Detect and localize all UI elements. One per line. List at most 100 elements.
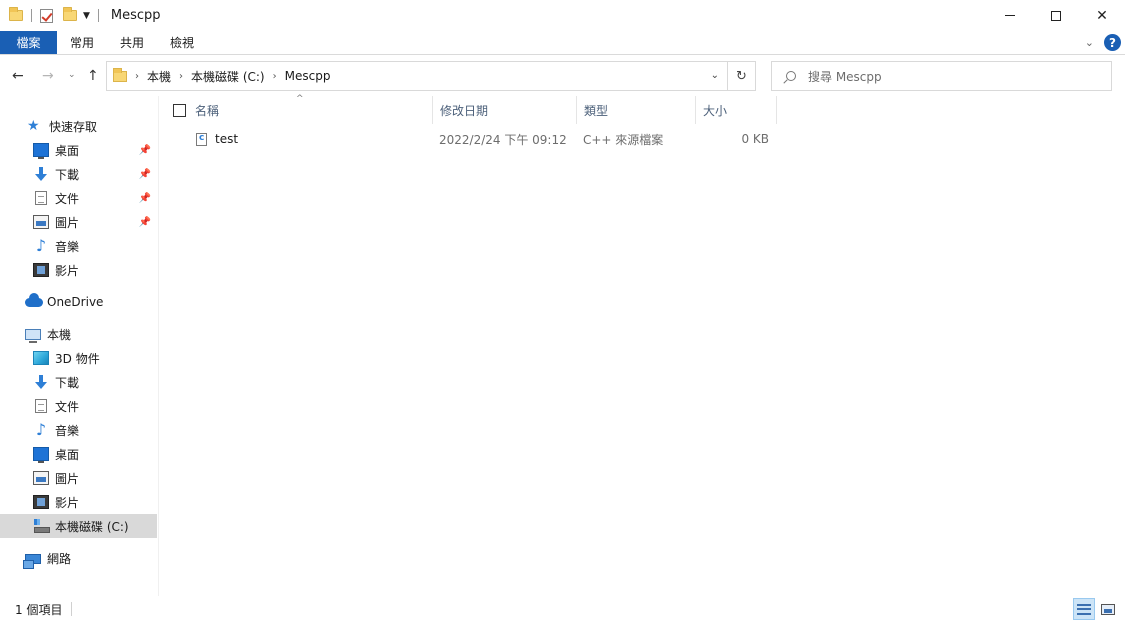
maximize-icon	[1051, 10, 1061, 21]
sidebar-item-pc-music[interactable]: ♪ 音樂	[0, 418, 157, 442]
item-count: 1 個項目	[15, 602, 63, 617]
file-row[interactable]: test 2022/2/24 下午 09:12 C++ 來源檔案 0 KB	[160, 128, 1125, 150]
close-button[interactable]: ✕	[1079, 0, 1125, 31]
sidebar-item-pc-documents[interactable]: 文件	[0, 394, 157, 418]
refresh-icon[interactable]: ↻	[727, 62, 755, 90]
navigation-bar: ← → ⌄ ↑ › 本機 › 本機磁碟 (C:) › Mescpp ⌄ ↻ 搜尋…	[0, 56, 1125, 96]
sidebar-item-pc-videos[interactable]: 影片	[0, 490, 157, 514]
pin-icon[interactable]: 📌	[139, 217, 151, 228]
properties-icon[interactable]	[40, 8, 53, 23]
ribbon-tabs: 檔案 常用 共用 檢視 ⌄ ?	[0, 31, 1125, 55]
sidebar-item-label: 文件	[55, 399, 80, 414]
quick-access-toolbar: ▼	[0, 0, 107, 31]
pin-icon[interactable]: 📌	[139, 193, 151, 204]
video-film-icon	[33, 263, 49, 277]
large-icons-view-icon	[1101, 603, 1115, 615]
new-folder-icon[interactable]	[63, 7, 77, 21]
toolbar-divider	[97, 9, 99, 22]
picture-icon	[33, 215, 49, 229]
sidebar-item-label: OneDrive	[47, 295, 104, 309]
status-bar: 1 個項目	[0, 596, 1125, 622]
details-view-button[interactable]	[1073, 598, 1095, 620]
network-icon	[23, 554, 41, 569]
tab-share[interactable]: 共用	[107, 31, 157, 54]
select-all-checkbox[interactable]	[173, 104, 186, 117]
sidebar-item-label: 本機	[47, 327, 72, 342]
ribbon-right-controls: ⌄ ?	[1085, 34, 1121, 51]
sidebar-item-downloads[interactable]: 下載 📌	[0, 162, 157, 186]
breadcrumb-current-folder[interactable]: Mescpp	[285, 69, 331, 83]
sidebar-item-pc-desktop[interactable]: 桌面	[0, 442, 157, 466]
title-bar: ▼ Mescpp ✕	[0, 0, 1125, 31]
sidebar-item-this-pc[interactable]: 本機	[0, 322, 157, 346]
pin-icon[interactable]: 📌	[139, 169, 151, 180]
search-input[interactable]: 搜尋 Mescpp	[808, 68, 882, 85]
file-date: 2022/2/24 下午 09:12	[439, 132, 567, 147]
address-bar[interactable]: › 本機 › 本機磁碟 (C:) › Mescpp ⌄ ↻	[106, 61, 756, 91]
breadcrumb-chevron-icon[interactable]: ›	[135, 71, 139, 82]
folder-icon[interactable]	[9, 7, 23, 21]
forward-arrow-icon[interactable]: →	[42, 68, 54, 84]
sidebar-item-label: 下載	[55, 167, 80, 182]
details-view-icon	[1077, 603, 1091, 615]
download-arrow-icon	[33, 167, 49, 181]
sidebar-item-label: 影片	[55, 263, 80, 278]
sidebar-item-label: 圖片	[55, 471, 80, 486]
address-history-chevron-icon[interactable]: ⌄	[711, 70, 719, 81]
large-icons-view-button[interactable]	[1097, 598, 1119, 620]
3d-cube-icon	[33, 351, 49, 365]
sidebar-item-pictures[interactable]: 圖片 📌	[0, 210, 157, 234]
column-date-modified[interactable]: 修改日期	[433, 96, 577, 124]
column-name[interactable]: 名稱	[188, 96, 433, 124]
breadcrumb-chevron-icon[interactable]: ›	[179, 71, 183, 82]
pin-icon[interactable]: 📌	[139, 145, 151, 156]
tab-home[interactable]: 常用	[57, 31, 107, 54]
tab-file[interactable]: 檔案	[0, 31, 57, 54]
sidebar-item-music[interactable]: ♪ 音樂	[0, 234, 157, 258]
sidebar-item-local-disk[interactable]: 本機磁碟 (C:)	[0, 514, 157, 538]
music-note-icon: ♪	[35, 236, 47, 255]
sidebar-item-label: 桌面	[55, 447, 80, 462]
sidebar-item-documents[interactable]: 文件 📌	[0, 186, 157, 210]
sidebar-item-label: 本機磁碟 (C:)	[55, 519, 129, 534]
sidebar-item-3d-objects[interactable]: 3D 物件	[0, 346, 157, 370]
toolbar-divider	[31, 9, 32, 22]
breadcrumb-this-pc[interactable]: 本機	[147, 68, 171, 85]
music-note-icon: ♪	[35, 420, 47, 439]
minimize-button[interactable]	[987, 0, 1033, 31]
help-icon[interactable]: ?	[1104, 34, 1121, 51]
sidebar-item-onedrive[interactable]: OneDrive	[0, 290, 157, 314]
breadcrumb-chevron-icon[interactable]: ›	[273, 71, 277, 82]
document-icon	[35, 399, 47, 413]
expand-ribbon-chevron-icon[interactable]: ⌄	[1085, 36, 1094, 49]
sidebar-item-label: 網路	[47, 551, 72, 566]
search-icon	[786, 71, 796, 81]
column-size[interactable]: 大小	[696, 96, 777, 124]
minimize-icon	[1005, 15, 1015, 16]
sidebar-item-network[interactable]: 網路	[0, 546, 157, 570]
star-icon: ★	[27, 118, 40, 134]
maximize-button[interactable]	[1033, 0, 1079, 31]
customize-toolbar-chevron-icon[interactable]: ▼	[83, 11, 90, 21]
sidebar-item-videos[interactable]: 影片	[0, 258, 157, 282]
status-divider	[71, 602, 73, 616]
sidebar-item-label: 圖片	[55, 215, 80, 230]
back-arrow-icon[interactable]: ←	[12, 68, 24, 84]
file-name: test	[215, 132, 239, 146]
sidebar-item-pc-pictures[interactable]: 圖片	[0, 466, 157, 490]
tab-view[interactable]: 檢視	[157, 31, 207, 54]
window-controls: ✕	[987, 0, 1125, 31]
view-switcher	[1073, 598, 1119, 620]
sidebar-item-label: 音樂	[55, 423, 80, 438]
sidebar-item-quick-access[interactable]: ★ 快速存取	[0, 114, 157, 138]
sidebar-item-label: 音樂	[55, 239, 80, 254]
sidebar-item-label: 下載	[55, 375, 80, 390]
recent-locations-chevron-icon[interactable]: ⌄	[68, 70, 76, 80]
up-arrow-icon[interactable]: ↑	[87, 68, 99, 84]
breadcrumb-local-disk[interactable]: 本機磁碟 (C:)	[191, 68, 265, 85]
sidebar-item-desktop[interactable]: 桌面 📌	[0, 138, 157, 162]
window-title: Mescpp	[110, 8, 161, 23]
search-box[interactable]: 搜尋 Mescpp	[771, 61, 1112, 91]
sidebar-item-pc-downloads[interactable]: 下載	[0, 370, 157, 394]
column-type[interactable]: 類型	[577, 96, 696, 124]
